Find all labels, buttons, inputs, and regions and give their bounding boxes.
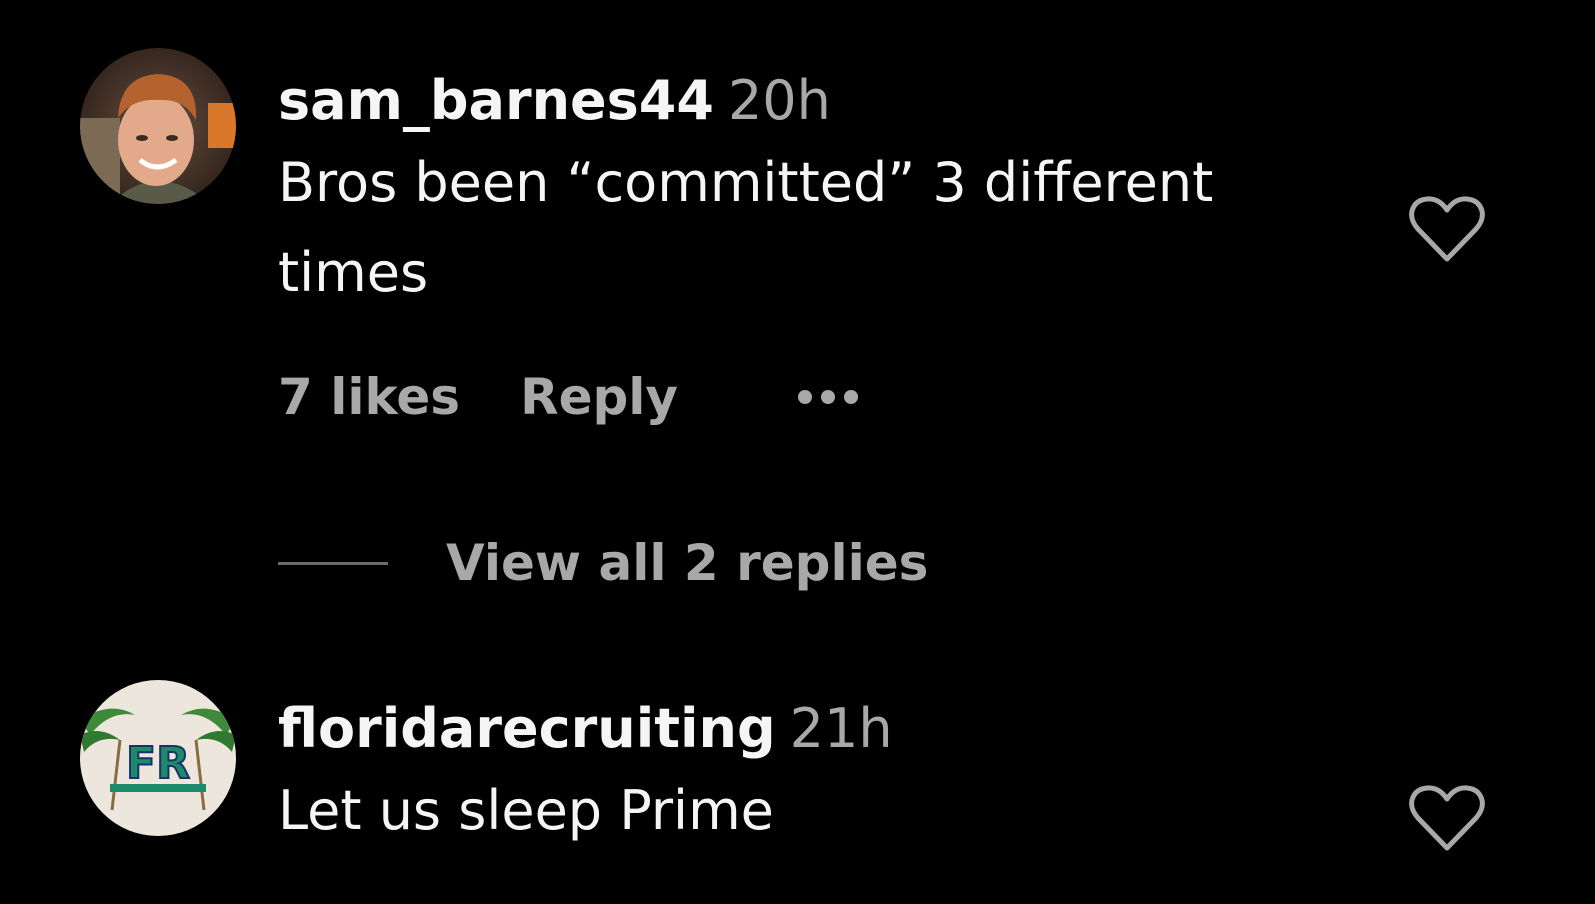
heart-outline-icon[interactable]: [1408, 195, 1486, 265]
comment-text: Bros been “committed” 3 different times: [278, 151, 1214, 304]
view-replies-button[interactable]: View all 2 replies: [278, 534, 928, 592]
comment-username[interactable]: floridarecruiting: [278, 697, 776, 760]
comment-actions: 7 likes Reply: [278, 368, 858, 426]
view-replies-label: View all 2 replies: [446, 534, 929, 592]
likes-count[interactable]: 7 likes: [278, 368, 460, 426]
heart-outline-icon[interactable]: [1408, 784, 1486, 854]
more-options-icon[interactable]: [798, 390, 858, 404]
reply-button[interactable]: Reply: [520, 368, 678, 426]
comment-timestamp: 21h: [789, 697, 893, 760]
svg-text:FR: FR: [126, 738, 190, 789]
divider-line: [278, 561, 388, 565]
profile-photo: [80, 48, 236, 204]
comment-username[interactable]: sam_barnes44: [278, 69, 714, 132]
comment-body: floridarecruiting 21h Let us sleep Prime: [278, 696, 1368, 856]
comment-timestamp: 20h: [727, 69, 831, 132]
comment-meta: floridarecruiting 21h: [278, 696, 1368, 762]
comment-body: sam_barnes44 20h Bros been “committed” 3 …: [278, 68, 1368, 318]
avatar[interactable]: [80, 48, 236, 204]
profile-logo: FR: [80, 680, 236, 836]
comment-meta: sam_barnes44 20h: [278, 68, 1368, 134]
avatar[interactable]: FR: [80, 680, 236, 836]
comment-text: Let us sleep Prime: [278, 779, 774, 842]
